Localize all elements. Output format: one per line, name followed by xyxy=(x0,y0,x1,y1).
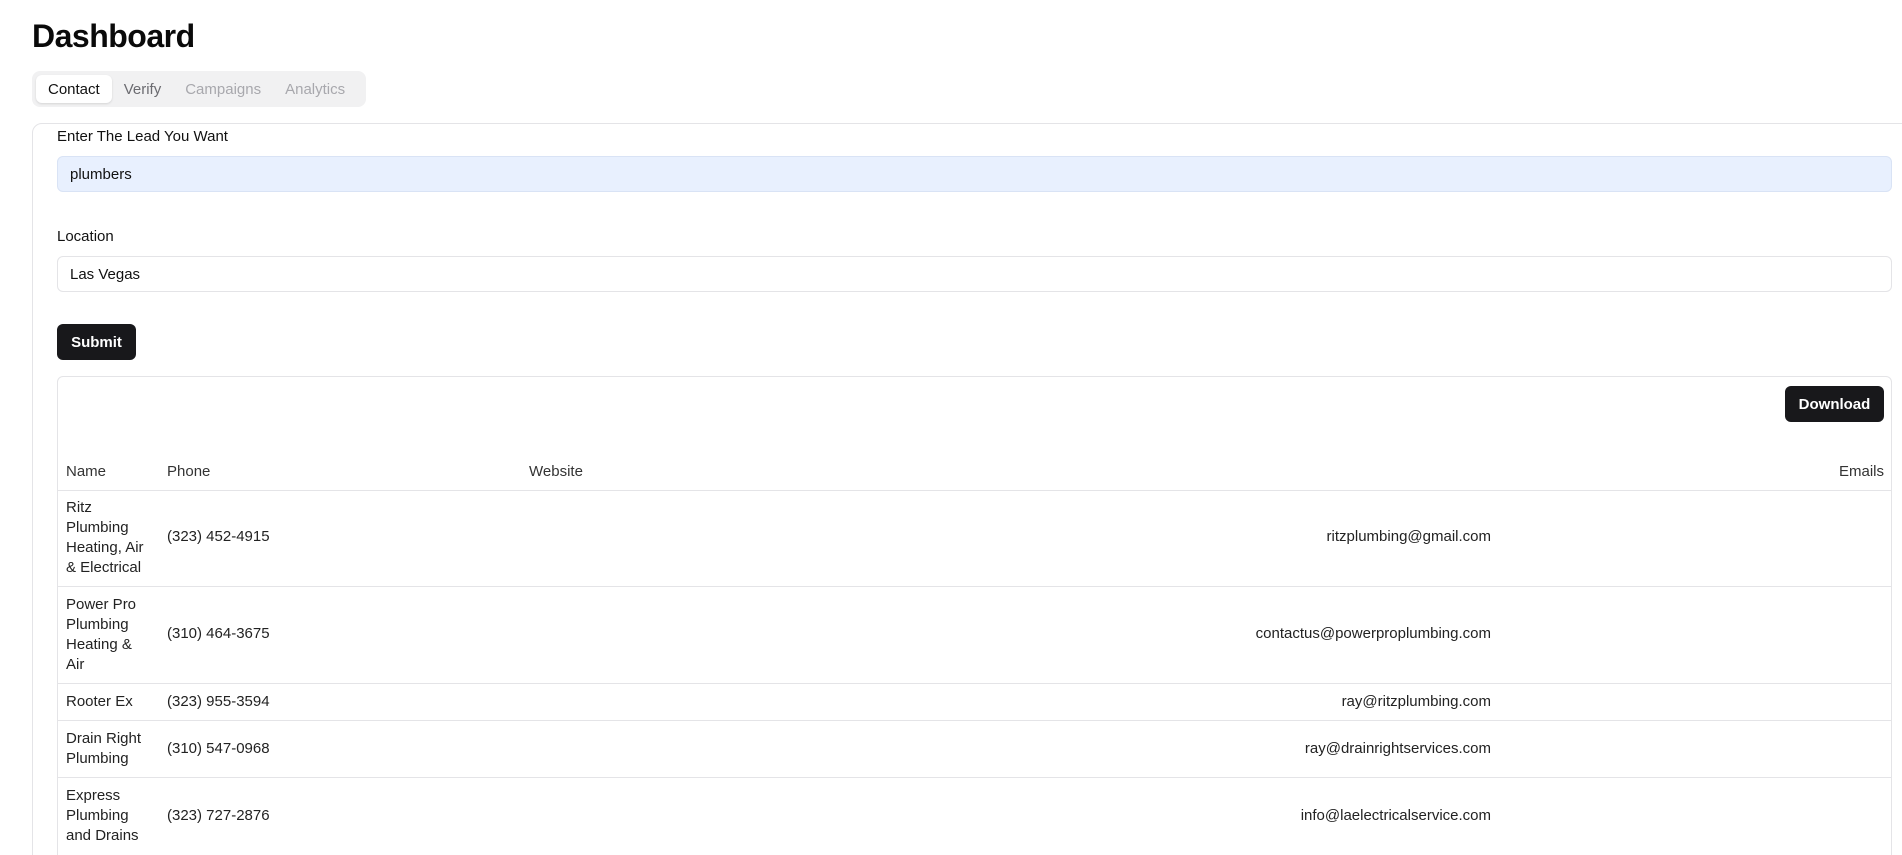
cell-email: ritzplumbing@gmail.com xyxy=(1326,528,1491,545)
cell-phone: (323) 452-4915 xyxy=(167,528,270,545)
cell-email: info@laelectricalservice.com xyxy=(1300,807,1491,824)
download-button[interactable]: Download xyxy=(1785,386,1884,422)
cell-phone: (323) 955-3594 xyxy=(167,693,270,710)
tab-campaigns: Campaigns xyxy=(185,80,262,98)
cell-name: Express Plumbing and Drains xyxy=(66,787,139,844)
lead-input[interactable] xyxy=(57,156,1892,192)
column-header-emails: Emails xyxy=(1838,463,1884,480)
cell-name: Power Pro Plumbing Heating & Air xyxy=(66,596,137,673)
cell-phone: (310) 464-3675 xyxy=(167,625,270,642)
location-input[interactable] xyxy=(57,256,1892,292)
page-title: Dashboard xyxy=(32,18,195,54)
table-row: Drain Right Plumbing (310) 547-0968 ray@… xyxy=(58,721,1891,778)
table-row: Ritz Plumbing Heating, Air & Electrical … xyxy=(58,490,1891,587)
cell-email: ray@drainrightservices.com xyxy=(1304,740,1491,757)
lead-label: Enter The Lead You Want xyxy=(57,128,228,145)
dashboard-page: Dashboard Contact Verify Campaigns Analy… xyxy=(0,0,1902,855)
table-header: Name Phone Website Emails xyxy=(58,453,1891,491)
tab-analytics: Analytics xyxy=(285,80,346,98)
tab-contact[interactable]: Contact xyxy=(36,75,112,103)
tab-verify[interactable]: Verify xyxy=(112,75,174,103)
column-header-website: Website xyxy=(529,463,583,480)
tab-list: Contact Verify Campaigns Analytics xyxy=(32,71,366,107)
submit-button[interactable]: Submit xyxy=(57,324,136,360)
column-header-phone: Phone xyxy=(167,463,211,480)
cell-name: Drain Right Plumbing xyxy=(66,730,142,767)
table-row: Power Pro Plumbing Heating & Air (310) 4… xyxy=(58,587,1891,684)
cell-email: ray@ritzplumbing.com xyxy=(1341,693,1491,710)
cell-phone: (310) 547-0968 xyxy=(167,740,270,757)
cell-phone: (323) 727-2876 xyxy=(167,807,270,824)
results-table: Download Name Phone Website Emails Ritz … xyxy=(57,376,1892,855)
location-label: Location xyxy=(57,228,114,245)
cell-email: contactus@powerproplumbing.com xyxy=(1255,625,1491,642)
table-row: Express Plumbing and Drains (323) 727-28… xyxy=(58,778,1891,855)
column-header-name: Name xyxy=(66,463,107,480)
cell-name: Ritz Plumbing Heating, Air & Electrical xyxy=(66,499,144,576)
cell-name: Rooter Ex xyxy=(66,693,133,710)
table-row: Rooter Ex (323) 955-3594 ray@ritzplumbin… xyxy=(58,684,1891,721)
